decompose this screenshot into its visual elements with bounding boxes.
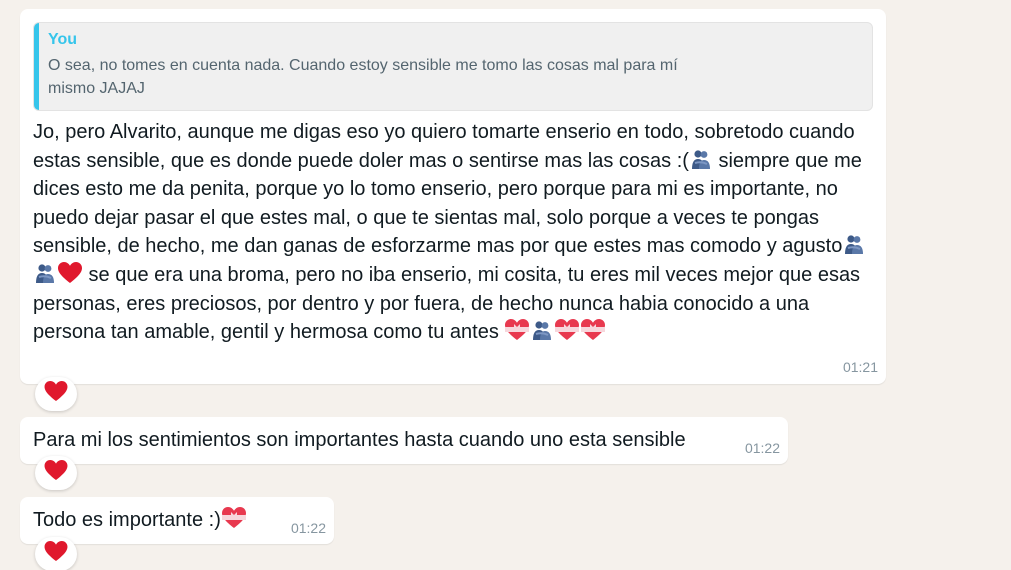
red-heart-icon <box>58 261 82 284</box>
reaction-badge[interactable] <box>35 377 77 411</box>
message-timestamp: 01:22 <box>744 440 780 456</box>
people-hugging-icon <box>531 319 553 341</box>
people-hugging-icon <box>690 148 712 170</box>
message-text: Para mi los sentimientos son importantes… <box>33 429 686 451</box>
chat-area: You O sea, no tomes en cuenta nada. Cuan… <box>0 0 1011 570</box>
people-hugging-icon <box>34 262 56 284</box>
people-hugging-icon <box>843 233 865 255</box>
message-bubble-incoming[interactable]: Todo es importante :) 01:22 <box>20 497 334 544</box>
message-text: Jo, pero Alvarito, aunque me digas eso y… <box>33 118 873 347</box>
message-text-part: Todo es importante :) <box>33 509 221 531</box>
red-heart-icon <box>44 381 68 407</box>
heart-with-ribbon-icon <box>555 319 580 341</box>
reaction-badge[interactable] <box>35 537 77 570</box>
quote-text: O sea, no tomes en cuenta nada. Cuando e… <box>48 57 678 97</box>
heart-with-ribbon-icon <box>505 319 530 341</box>
message-timestamp: 01:21 <box>842 359 878 375</box>
message-bubble-incoming[interactable]: Para mi los sentimientos son importantes… <box>20 417 788 464</box>
message-timestamp: 01:22 <box>290 520 326 536</box>
reaction-badge[interactable] <box>35 456 77 490</box>
quoted-message[interactable]: You O sea, no tomes en cuenta nada. Cuan… <box>33 22 873 111</box>
quote-author: You <box>48 31 78 48</box>
message-text: Todo es importante :) <box>33 506 247 535</box>
message-bubble-incoming[interactable]: You O sea, no tomes en cuenta nada. Cuan… <box>20 9 886 384</box>
heart-with-ribbon-icon <box>581 319 606 341</box>
red-heart-icon <box>44 541 68 567</box>
red-heart-icon <box>44 460 68 486</box>
message-text-part: se que era una broma, pero no iba enseri… <box>33 263 861 344</box>
heart-with-ribbon-icon <box>221 507 246 529</box>
quote-accent-bar <box>34 23 39 110</box>
